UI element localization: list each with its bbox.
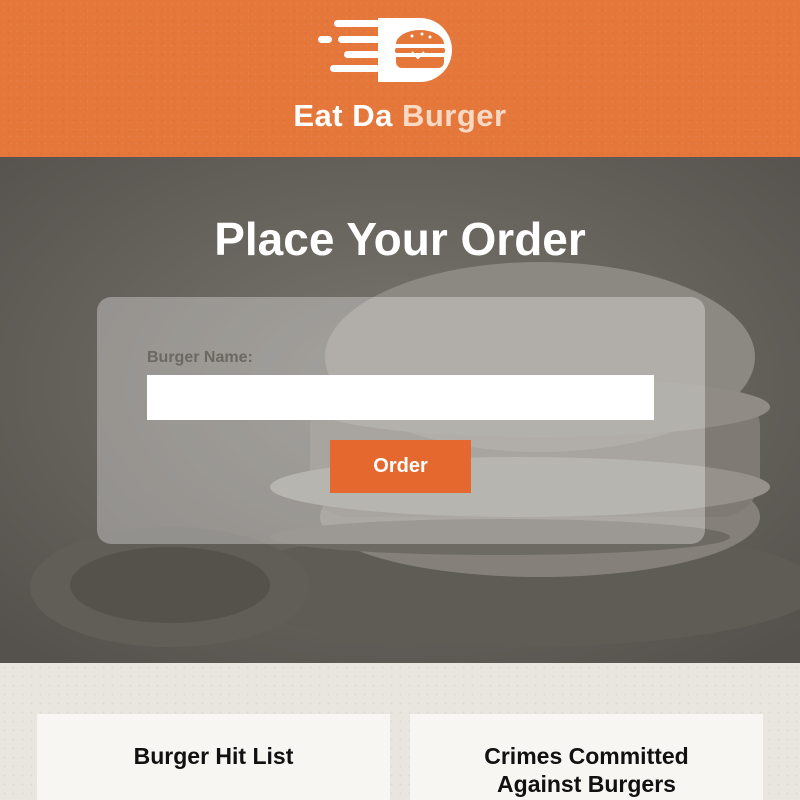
- flying-burger-icon: [318, 18, 452, 82]
- burger-name-label: Burger Name:: [147, 349, 253, 366]
- brand-part-2: Burger: [401, 98, 507, 133]
- brand-part-1: Eat Da: [293, 98, 393, 133]
- lists-section: Burger Hit List Crimes Committed Against…: [0, 663, 800, 800]
- hero-section: Place Your Order Burger Name: Order: [0, 157, 800, 663]
- crimes-title-line-1: Crimes Committed: [484, 743, 689, 769]
- crimes-title-line-2: Against Burgers: [497, 771, 676, 797]
- order-button[interactable]: Order: [330, 440, 471, 493]
- brand-name[interactable]: Eat Da Burger: [0, 98, 800, 134]
- order-form: Burger Name: Order: [97, 297, 705, 544]
- burger-hit-list-title-text: Burger Hit List: [133, 743, 294, 769]
- crimes-panel: Crimes Committed Against Burgers: [410, 714, 763, 800]
- crimes-title: Crimes Committed Against Burgers: [410, 742, 763, 798]
- burger-hit-list-title: Burger Hit List: [37, 742, 390, 770]
- site-header: Eat Da Burger: [0, 0, 800, 157]
- burger-hit-list-panel: Burger Hit List: [37, 714, 390, 800]
- page-title: Place Your Order: [214, 213, 586, 265]
- burger-name-input[interactable]: [147, 375, 654, 420]
